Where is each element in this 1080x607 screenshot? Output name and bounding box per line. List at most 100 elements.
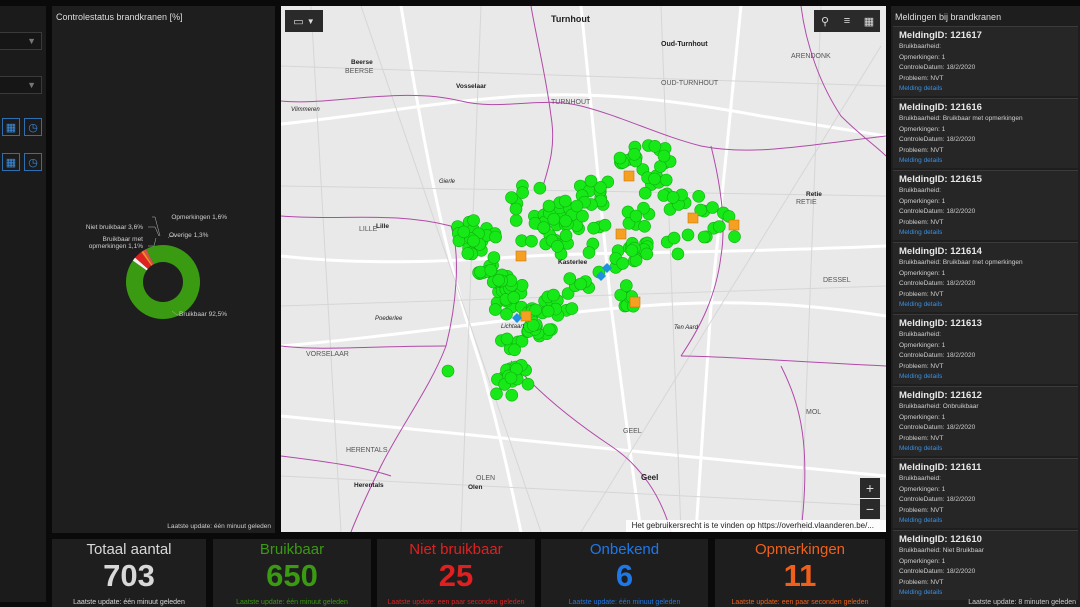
hydrant-marker[interactable] [461,247,475,260]
hydrant-marker[interactable] [487,251,501,264]
hydrant-marker[interactable] [467,234,480,248]
layer-selector-button[interactable]: ▭ ▼ [285,10,323,32]
hydrant-marker[interactable] [508,343,521,357]
melding-card[interactable]: MeldingID: 121617 Bruikbaarheid: Opmerking… [893,26,1078,96]
hydrant-marker[interactable] [559,214,572,228]
hydrant-marker[interactable] [484,263,498,277]
melding-details-link[interactable]: Melding details [899,156,1078,167]
melding-details-link[interactable]: Melding details [899,300,1078,311]
hydrant-marker[interactable] [648,172,661,186]
hydrant-remark-marker[interactable] [623,170,635,182]
melding-card[interactable]: MeldingID: 121613 Bruikbaarheid: Opmerking… [893,314,1078,384]
hydrant-marker[interactable] [666,191,680,204]
hydrant-marker[interactable] [728,230,741,243]
hydrant-marker[interactable] [474,265,487,279]
hydrant-marker[interactable] [712,220,726,233]
hydrant-marker[interactable] [692,190,706,203]
hydrant-marker[interactable] [516,186,529,199]
hydrant-marker[interactable] [490,387,503,401]
hydrant-remark-marker[interactable] [615,228,627,240]
hydrant-marker[interactable] [629,209,643,223]
hydrant-marker[interactable] [507,291,521,304]
hydrant-marker[interactable] [504,371,518,385]
melding-details-link[interactable]: Melding details [899,228,1078,239]
hydrant-marker[interactable] [521,377,535,391]
hydrant-marker[interactable] [515,278,529,292]
hydrant-marker[interactable] [558,194,572,208]
hydrant-marker[interactable] [657,149,671,163]
melding-details-link[interactable]: Melding details [899,84,1078,95]
zoom-out-button[interactable]: − [860,499,880,519]
melding-card[interactable]: MeldingID: 121616 Bruikbaarheid: Bruikbaa… [893,98,1078,168]
hydrant-marker[interactable] [628,148,641,161]
hydrant-marker[interactable] [616,257,630,270]
hydrant-marker[interactable] [681,228,695,242]
hydrant-remark-marker[interactable] [728,219,740,231]
hydrant-marker[interactable] [697,230,711,244]
hydrant-marker[interactable] [529,303,542,317]
hydrant-marker[interactable] [441,364,455,378]
hydrant-marker[interactable] [537,221,551,234]
hydrant-marker[interactable] [509,214,523,227]
hydrant-marker[interactable] [563,272,577,285]
hydrant-marker[interactable] [671,247,685,261]
hydrant-marker[interactable] [547,288,560,302]
hydrant-marker[interactable] [489,303,502,316]
hydrant-marker[interactable] [625,244,639,257]
melding-card[interactable]: MeldingID: 121615 Bruikbaarheid: Opmerking… [893,170,1078,240]
hydrant-marker[interactable] [542,323,556,337]
calendar-icon[interactable]: ▦ [2,153,20,171]
melding-card[interactable]: MeldingID: 121610 Bruikbaarheid: Niet Bru… [893,530,1078,600]
calendar-icon[interactable]: ▦ [2,118,20,136]
map-view[interactable]: Turnhout Oud-Turnhout OUD-TURNHOUT TURNH… [281,6,886,532]
map-attribution[interactable]: Het gebruikersrecht is te vinden op http… [625,520,886,532]
hydrant-remark-marker[interactable] [515,250,527,262]
hydrant-marker[interactable] [505,388,519,402]
hydrant-marker[interactable] [500,332,514,346]
search-button[interactable]: ⚲ [814,10,836,32]
hydrant-marker[interactable] [551,240,564,253]
hydrant-marker[interactable] [547,212,561,226]
hydrant-marker[interactable] [559,229,573,242]
filter-dropdown-1[interactable]: ▼ [0,32,42,50]
basemap-button[interactable]: ▦ [858,10,880,32]
hydrant-marker[interactable] [659,173,673,187]
hydrant-marker[interactable] [598,218,612,232]
hydrant-remark-marker[interactable] [687,212,699,224]
hydrant-marker[interactable] [648,140,662,153]
hydrant-marker[interactable] [638,220,651,233]
melding-details-link[interactable]: Melding details [899,444,1078,455]
hydrant-marker[interactable] [706,201,719,214]
hydrant-marker[interactable] [584,174,598,188]
melding-details-link[interactable]: Melding details [899,588,1078,599]
hydrant-remark-marker[interactable] [520,310,532,322]
hydrant-marker[interactable] [525,234,538,248]
hydrant-marker[interactable] [489,230,502,244]
hydrant-remark-marker[interactable] [629,296,641,308]
clock-icon[interactable]: ◷ [24,118,42,136]
hydrant-marker[interactable] [565,302,579,315]
hydrant-marker[interactable] [500,307,513,321]
melding-card[interactable]: MeldingID: 121614 Bruikbaarheid: Bruikbaa… [893,242,1078,312]
hydrant-marker[interactable] [542,199,556,213]
legend-button[interactable]: ≡ [836,10,858,32]
hydrant-marker[interactable] [457,225,471,239]
melding-details-link[interactable]: Melding details [899,516,1078,527]
filter-dropdown-2[interactable]: ▼ [0,76,42,94]
hydrant-marker[interactable] [582,246,596,259]
hydrant-marker[interactable] [541,304,555,318]
hydrant-marker[interactable] [619,279,633,292]
hydrant-marker[interactable] [654,160,667,173]
melding-card[interactable]: MeldingID: 121612 Bruikbaarheid: Onbruikb… [893,386,1078,456]
hydrant-marker[interactable] [638,186,652,200]
hydrant-marker[interactable] [467,214,480,227]
hydrant-marker[interactable] [505,191,518,204]
melding-details-link[interactable]: Melding details [899,372,1078,383]
clock-icon[interactable]: ◷ [24,153,42,171]
hydrant-marker[interactable] [509,202,523,216]
hydrant-marker[interactable] [587,221,600,235]
hydrant-marker[interactable] [574,277,588,291]
hydrant-marker[interactable] [492,273,505,287]
hydrant-marker[interactable] [667,231,681,245]
hydrant-marker[interactable] [613,151,627,165]
